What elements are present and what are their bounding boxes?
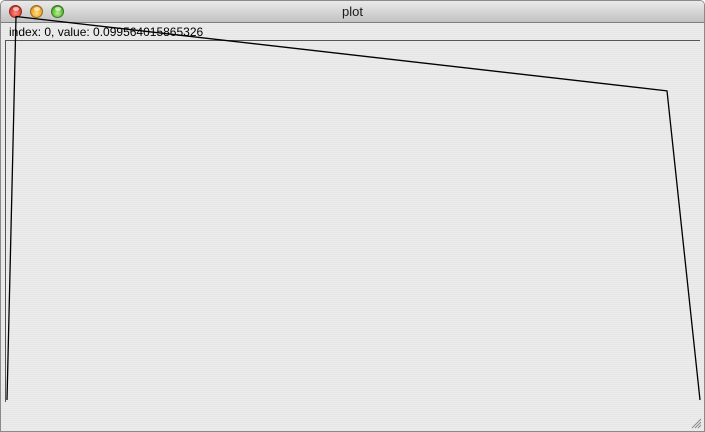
series-line-0 (6, 15, 701, 401)
plot-window: plot index: 0, value: 0.099564015865326 (0, 0, 705, 432)
resize-grip-icon[interactable] (691, 418, 702, 429)
series-layer (6, 15, 701, 401)
line-plot[interactable] (1, 1, 705, 432)
